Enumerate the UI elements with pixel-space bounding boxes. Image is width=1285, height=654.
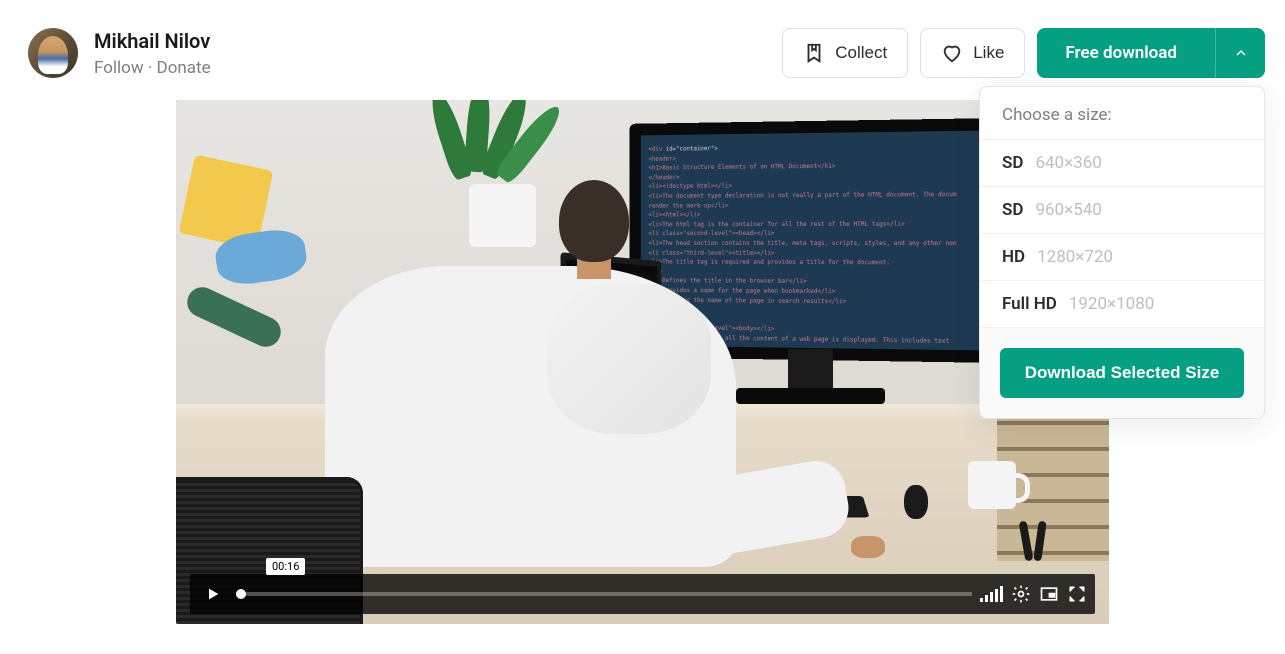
size-list: SD 640×360 SD 960×540 HD 1280×720 Full H… xyxy=(980,139,1264,327)
settings-icon[interactable] xyxy=(1011,584,1031,604)
video-player[interactable]: <div id="container"> <header> <h1>Basic … xyxy=(176,100,1109,624)
video-controls: 00:16 xyxy=(190,574,1095,614)
pip-icon[interactable] xyxy=(1039,584,1059,604)
size-option[interactable]: HD 1280×720 xyxy=(980,233,1264,280)
download-button[interactable]: Free download xyxy=(1037,28,1265,78)
heart-icon xyxy=(941,42,963,64)
chevron-up-icon xyxy=(1233,45,1249,61)
follow-link[interactable]: Follow xyxy=(94,58,144,78)
bookmark-icon xyxy=(803,42,825,64)
collect-button[interactable]: Collect xyxy=(782,28,908,78)
size-option[interactable]: SD 640×360 xyxy=(980,139,1264,186)
size-option[interactable]: SD 960×540 xyxy=(980,186,1264,233)
download-caret[interactable] xyxy=(1215,28,1265,78)
donate-link[interactable]: Donate xyxy=(157,58,211,78)
action-bar: Collect Like Free download Choose a size… xyxy=(782,28,1265,78)
play-button[interactable] xyxy=(198,579,228,609)
author-links: Follow · Donate xyxy=(94,58,211,78)
size-option[interactable]: Full HD 1920×1080 xyxy=(980,280,1264,327)
volume-icon[interactable] xyxy=(980,586,1003,602)
video-frame: <div id="container"> <header> <h1>Basic … xyxy=(176,100,1109,624)
time-tooltip: 00:16 xyxy=(266,558,305,575)
download-selected-button[interactable]: Download Selected Size xyxy=(1000,348,1244,398)
progress-bar[interactable] xyxy=(236,592,972,596)
avatar[interactable] xyxy=(28,28,78,78)
like-button[interactable]: Like xyxy=(920,28,1025,78)
author-section: Mikhail Nilov Follow · Donate xyxy=(28,28,211,78)
size-dropdown: Choose a size: SD 640×360 SD 960×540 HD … xyxy=(979,86,1265,419)
fullscreen-icon[interactable] xyxy=(1067,584,1087,604)
author-name[interactable]: Mikhail Nilov xyxy=(94,28,211,54)
dropdown-header: Choose a size: xyxy=(980,87,1264,139)
play-icon xyxy=(205,586,221,602)
